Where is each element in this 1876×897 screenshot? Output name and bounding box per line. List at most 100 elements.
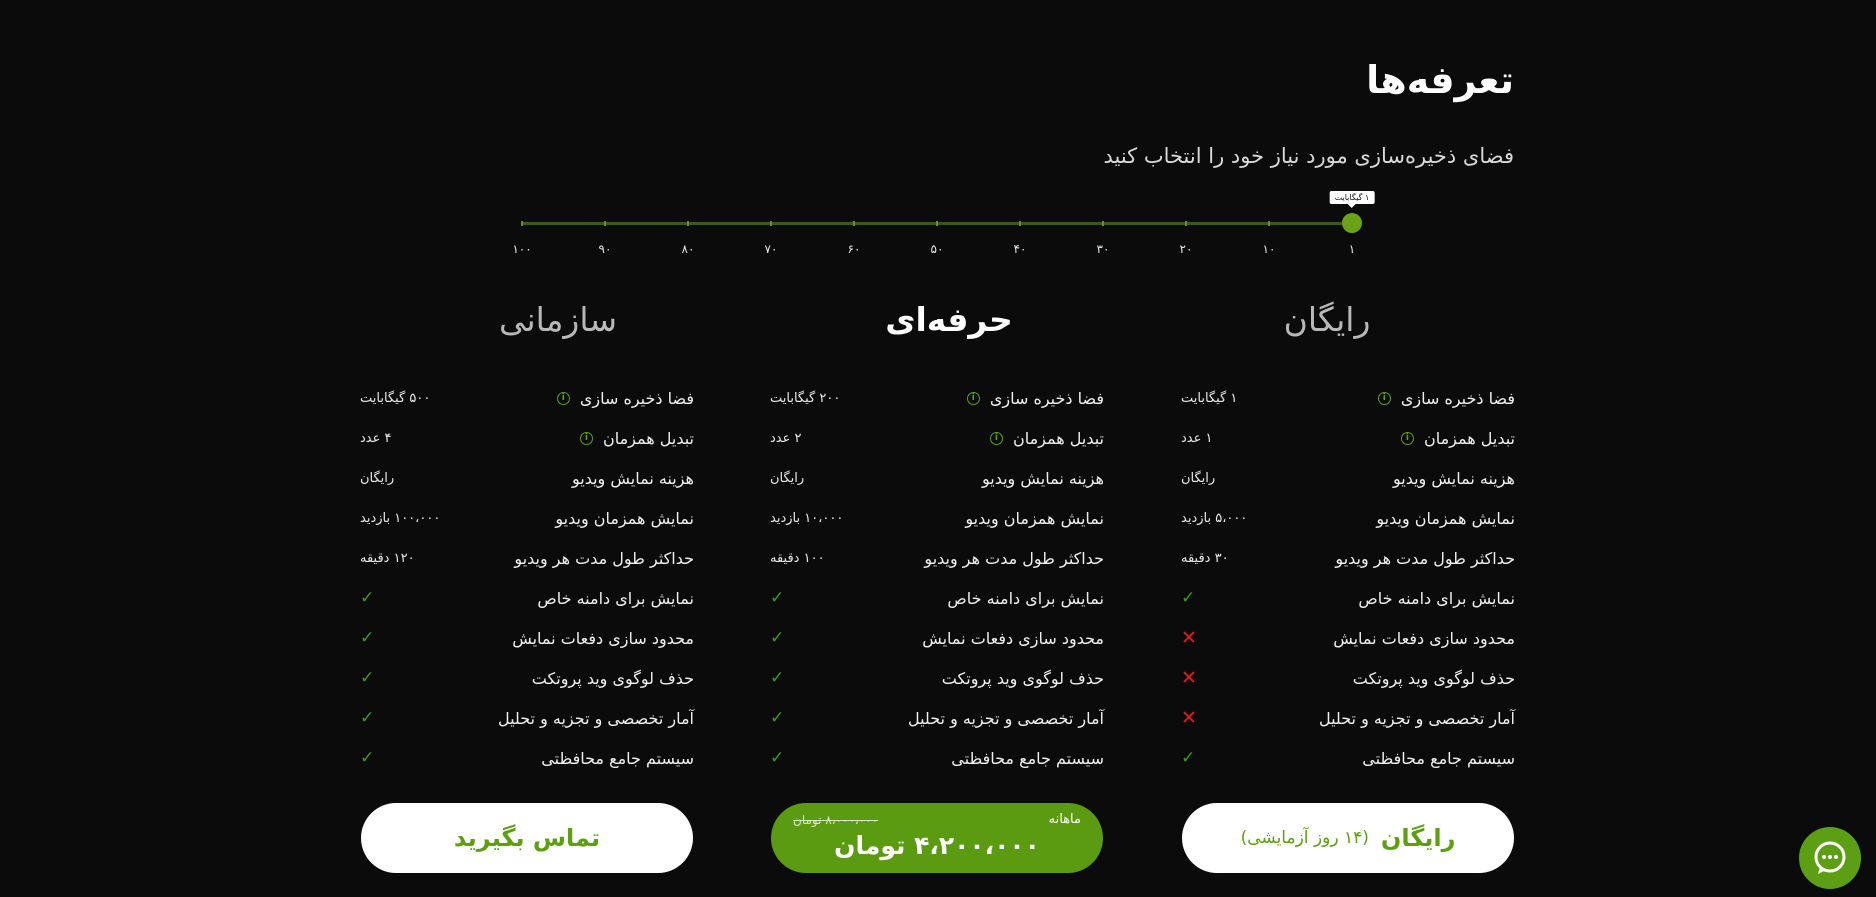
feature-row: حداکثر طول مدت هر ویدیو ۱۲۰ دقیقه xyxy=(360,538,694,578)
slider-tick-label[interactable]: ۸۰ xyxy=(682,242,695,256)
storage-slider[interactable]: ۱ گیگابایت ۱ ۱۰ ۲۰ ۳۰ ۴۰ ۵۰ ۶۰ ۷۰ ۸۰ ۹۰ ۱۰۰ xyxy=(512,191,1375,260)
check-icon: ✓ xyxy=(360,587,375,608)
slider-tick xyxy=(770,221,772,226)
feature-row: محدود سازی دفعات نمایش ✕ xyxy=(1181,618,1515,658)
slider-tick-label[interactable]: ۹۰ xyxy=(599,242,612,256)
feature-row: سیستم جامع محافظتی ✓ xyxy=(770,738,1104,778)
feature-row: آمار تخصصی و تجزیه و تحلیل ✓ xyxy=(360,698,694,738)
feature-row: هزینه نمایش ویدیو رایگان xyxy=(1181,458,1515,498)
feature-label-wrap: آمار تخصصی و تجزیه و تحلیل xyxy=(908,709,1104,728)
page-title: تعرفه‌ها xyxy=(1366,58,1514,102)
feature-label: هزینه نمایش ویدیو xyxy=(1392,468,1515,488)
feature-label-wrap: نمایش برای دامنه خاص xyxy=(947,589,1104,608)
slider-tick xyxy=(687,221,689,226)
feature-label: آمار تخصصی و تجزیه و تحلیل xyxy=(907,708,1104,728)
check-icon: ✓ xyxy=(1181,747,1196,768)
feature-row: حذف لوگوی وید پروتکت ✕ xyxy=(1181,658,1515,698)
check-icon: ✓ xyxy=(1181,587,1196,608)
slider-tick-label[interactable]: ۱ xyxy=(1349,242,1355,256)
slider-tooltip: ۱ گیگابایت xyxy=(1329,191,1375,208)
feature-label: نمایش همزمان ویدیو xyxy=(1376,508,1515,528)
feature-label-wrap: هزینه نمایش ویدیو xyxy=(572,469,694,488)
slider-tick-label[interactable]: ۴۰ xyxy=(1014,242,1027,256)
slider-tick xyxy=(1185,221,1187,226)
slider-tick xyxy=(1268,221,1270,226)
pro-price: ۴،۲۰۰،۰۰۰ تومان xyxy=(834,830,1040,860)
feature-row: نمایش همزمان ویدیو ۱۰۰،۰۰۰ بازدید xyxy=(360,498,694,538)
pro-billing-period: ماهانه xyxy=(1048,812,1081,827)
feature-label: آمار تخصصی و تجزیه و تحلیل xyxy=(497,708,694,728)
chat-button[interactable] xyxy=(1799,827,1861,889)
slider-tick-label[interactable]: ۶۰ xyxy=(848,242,861,256)
feature-value: ۵،۰۰۰ بازدید xyxy=(1181,510,1248,526)
pro-plan-button[interactable]: ماهانه ۸،۰۰۰،۰۰۰ تومان ۴،۲۰۰،۰۰۰ تومان xyxy=(771,803,1103,873)
feature-label-wrap: حذف لوگوی وید پروتکت xyxy=(942,669,1104,688)
feature-label: سیستم جامع محافظتی xyxy=(1362,748,1515,768)
feature-label: سیستم جامع محافظتی xyxy=(541,748,694,768)
feature-label-wrap: حذف لوگوی وید پروتکت xyxy=(1353,669,1515,688)
feature-label: محدود سازی دفعات نمایش xyxy=(922,628,1104,648)
plan-title-enterprise: سازمانی xyxy=(498,300,618,339)
info-icon[interactable]: i xyxy=(1400,431,1414,445)
feature-row: هزینه نمایش ویدیو رایگان xyxy=(360,458,694,498)
feature-row: نمایش برای دامنه خاص ✓ xyxy=(360,578,694,618)
feature-row: حذف لوگوی وید پروتکت ✓ xyxy=(360,658,694,698)
slider-tick-label[interactable]: ۳۰ xyxy=(1097,242,1110,256)
feature-row: حذف لوگوی وید پروتکت ✓ xyxy=(770,658,1104,698)
slider-tick-label[interactable]: ۱۰۰ xyxy=(512,242,531,256)
info-icon[interactable]: i xyxy=(989,431,1003,445)
check-icon: ✓ xyxy=(360,747,375,768)
feature-label: هزینه نمایش ویدیو xyxy=(571,468,694,488)
feature-label: نمایش برای دامنه خاص xyxy=(947,588,1104,608)
feature-row: فضا ذخیره سازی i ۵۰۰ گیگابایت xyxy=(360,378,694,418)
feature-value: ۵۰۰ گیگابایت xyxy=(360,390,431,406)
feature-label-wrap: نمایش همزمان ویدیو xyxy=(555,509,694,528)
feature-label-wrap: هزینه نمایش ویدیو xyxy=(982,469,1104,488)
feature-row: حداکثر طول مدت هر ویدیو ۳۰ دقیقه xyxy=(1181,538,1515,578)
slider-track[interactable] xyxy=(522,222,1348,225)
info-icon[interactable]: i xyxy=(556,391,570,405)
slider-tick xyxy=(853,221,855,226)
slider-tick xyxy=(1019,221,1021,226)
feature-label: تبدیل همزمان xyxy=(1423,428,1515,448)
feature-value: ۴ عدد xyxy=(360,430,392,446)
feature-value: ۱ عدد xyxy=(1181,430,1213,446)
cross-icon: ✕ xyxy=(1181,626,1197,649)
feature-label-wrap: فضا ذخیره سازی i xyxy=(966,389,1104,408)
feature-label: حداکثر طول مدت هر ویدیو xyxy=(1335,548,1515,568)
slider-tick-label[interactable]: ۱۰ xyxy=(1263,242,1276,256)
feature-row: نمایش همزمان ویدیو ۵،۰۰۰ بازدید xyxy=(1181,498,1515,538)
free-trial-label: رایگان xyxy=(1380,824,1456,852)
feature-label-wrap: نمایش همزمان ویدیو xyxy=(1376,509,1515,528)
free-trial-button[interactable]: رایگان (۱۴ روز آزمایشی) xyxy=(1182,803,1514,873)
feature-row: آمار تخصصی و تجزیه و تحلیل ✕ xyxy=(1181,698,1515,738)
feature-label-wrap: نمایش برای دامنه خاص xyxy=(1358,589,1515,608)
info-icon[interactable]: i xyxy=(579,431,593,445)
feature-row: محدود سازی دفعات نمایش ✓ xyxy=(770,618,1104,658)
info-icon[interactable]: i xyxy=(1377,391,1391,405)
slider-tick xyxy=(521,221,523,226)
slider-tick-label[interactable]: ۲۰ xyxy=(1180,242,1193,256)
check-icon: ✓ xyxy=(770,747,785,768)
slider-tick-label[interactable]: ۷۰ xyxy=(765,242,778,256)
feature-label: محدود سازی دفعات نمایش xyxy=(1333,628,1515,648)
feature-value: ۳۰ دقیقه xyxy=(1181,550,1229,566)
cross-icon: ✕ xyxy=(1181,706,1197,729)
feature-label-wrap: نمایش برای دامنه خاص xyxy=(537,589,694,608)
feature-label-wrap: سیستم جامع محافظتی xyxy=(951,749,1104,768)
feature-row: نمایش برای دامنه خاص ✓ xyxy=(770,578,1104,618)
slider-tick-label[interactable]: ۵۰ xyxy=(931,242,944,256)
slider-tick xyxy=(936,221,938,226)
feature-value: ۱۰،۰۰۰ بازدید xyxy=(770,510,844,526)
contact-us-button[interactable]: تماس بگیرید xyxy=(361,803,693,873)
feature-row: فضا ذخیره سازی i ۲۰۰ گیگابایت xyxy=(770,378,1104,418)
feature-label: حذف لوگوی وید پروتکت xyxy=(531,668,694,688)
pro-old-price: ۸،۰۰۰،۰۰۰ تومان xyxy=(793,813,879,827)
feature-label-wrap: سیستم جامع محافظتی xyxy=(541,749,694,768)
feature-label-wrap: حداکثر طول مدت هر ویدیو xyxy=(924,549,1104,568)
feature-label: حذف لوگوی وید پروتکت xyxy=(1352,668,1515,688)
check-icon: ✓ xyxy=(360,707,375,728)
info-icon[interactable]: i xyxy=(966,391,980,405)
feature-label-wrap: تبدیل همزمان i xyxy=(1400,428,1515,448)
feature-label: فضا ذخیره سازی xyxy=(1400,388,1515,408)
